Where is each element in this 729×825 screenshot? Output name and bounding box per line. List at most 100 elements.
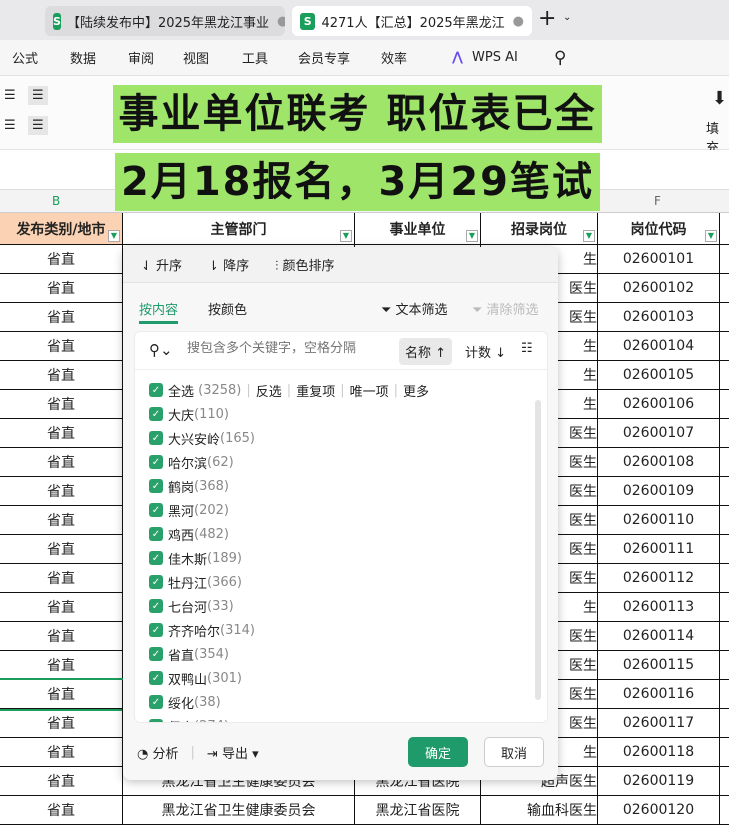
table-cell-b[interactable]: 省直 xyxy=(0,593,123,622)
invert-selection-link[interactable]: 反选 xyxy=(256,381,282,400)
checkbox-checked-icon[interactable]: ✓ xyxy=(149,575,163,589)
table-cell-f[interactable]: 02600113 xyxy=(598,593,720,622)
list-settings-icon[interactable]: ☷ xyxy=(521,341,533,356)
table-cell[interactable] xyxy=(720,274,729,303)
table-cell[interactable] xyxy=(720,796,729,825)
menu-data[interactable]: 数据 xyxy=(70,48,96,67)
table-cell-b[interactable]: 省直 xyxy=(0,361,123,390)
checkbox-checked-icon[interactable]: ✓ xyxy=(149,383,163,397)
table-cell-b[interactable]: 省直 xyxy=(0,651,123,680)
table-cell-b[interactable]: 省直 xyxy=(0,709,123,738)
table-cell-f[interactable]: 02600103 xyxy=(598,303,720,332)
table-cell-f[interactable]: 02600105 xyxy=(598,361,720,390)
filter-list-item[interactable]: ✓ 双鸭山 (301) xyxy=(149,666,527,690)
table-cell-b[interactable]: 省直 xyxy=(0,535,123,564)
filter-dropdown-icon[interactable]: ▼ xyxy=(466,230,478,242)
table-cell-b[interactable]: 省直 xyxy=(0,506,123,535)
sort-by-count-button[interactable]: 计数 ↓ xyxy=(465,342,506,361)
table-cell-f[interactable]: 02600108 xyxy=(598,448,720,477)
sort-color-button[interactable]: ⫶ 颜色排序 xyxy=(275,255,334,274)
filter-list-item[interactable]: ✓伊春(274) xyxy=(149,714,527,722)
table-cell[interactable] xyxy=(720,332,729,361)
table-cell-b[interactable]: 省直 xyxy=(0,767,123,796)
align-center-icon[interactable]: ☰ xyxy=(28,86,48,105)
table-cell-c[interactable]: 黑龙江省卫生健康委员会 xyxy=(123,796,355,825)
checkbox-checked-icon[interactable]: ✓ xyxy=(149,551,163,565)
filter-list-item[interactable]: ✓ 省直 (354) xyxy=(149,642,527,666)
menu-wps-ai[interactable]: WPS AI xyxy=(472,50,518,65)
table-cell-f[interactable]: 02600109 xyxy=(598,477,720,506)
checkbox-checked-icon[interactable]: ✓ xyxy=(149,647,163,661)
align-icon[interactable]: ☰ xyxy=(28,116,48,135)
table-cell[interactable] xyxy=(720,767,729,796)
text-filter-button[interactable]: ⏷ 文本筛选 xyxy=(381,299,448,318)
checkbox-checked-icon[interactable]: ✓ xyxy=(149,479,163,493)
table-cell-b[interactable]: 省直 xyxy=(0,419,123,448)
tab-2[interactable]: S 4271人【汇总】2025年黑龙江 ● xyxy=(292,6,532,36)
new-tab-icon[interactable]: + xyxy=(538,6,556,31)
checkbox-checked-icon[interactable]: ✓ xyxy=(149,407,163,421)
table-cell[interactable] xyxy=(720,390,729,419)
header-cell[interactable] xyxy=(720,213,729,245)
table-cell[interactable] xyxy=(720,680,729,709)
table-cell-b[interactable]: 省直 xyxy=(0,390,123,419)
table-cell[interactable] xyxy=(720,361,729,390)
tab-by-content[interactable]: 按内容 xyxy=(139,299,179,324)
table-cell-f[interactable]: 02600111 xyxy=(598,535,720,564)
table-cell[interactable] xyxy=(720,303,729,332)
table-cell-b[interactable]: 省直 xyxy=(0,622,123,651)
table-cell-f[interactable]: 02600120 xyxy=(598,796,720,825)
filter-list-item[interactable]: ✓ 齐齐哈尔 (314) xyxy=(149,618,527,642)
filter-list-item[interactable]: ✓ 鹤岗 (368) xyxy=(149,474,527,498)
table-cell-e[interactable]: 输血科医生 xyxy=(481,796,598,825)
fill-icon[interactable]: ⬇ xyxy=(712,88,727,109)
analyze-button[interactable]: ◔ 分析 xyxy=(137,743,179,762)
table-cell-f[interactable]: 02600102 xyxy=(598,274,720,303)
cancel-button[interactable]: 取消 xyxy=(484,737,544,767)
export-button[interactable]: ⇥ 导出 ▾ xyxy=(207,743,259,762)
checkbox-checked-icon[interactable]: ✓ xyxy=(149,695,163,709)
table-cell-f[interactable]: 02600107 xyxy=(598,419,720,448)
table-cell[interactable] xyxy=(720,593,729,622)
table-cell-f[interactable]: 02600110 xyxy=(598,506,720,535)
table-cell-b[interactable]: 省直 xyxy=(0,796,123,825)
filter-list-item[interactable]: ✓ 七台河 (33) xyxy=(149,594,527,618)
table-cell-f[interactable]: 02600116 xyxy=(598,680,720,709)
table-cell[interactable] xyxy=(720,564,729,593)
checkbox-checked-icon[interactable]: ✓ xyxy=(149,527,163,541)
table-cell[interactable] xyxy=(720,245,729,274)
sort-asc-button[interactable]: ⇃ 升序 xyxy=(141,255,182,274)
table-cell[interactable] xyxy=(720,651,729,680)
filter-list-item[interactable]: ✓ 绥化 (38) xyxy=(149,690,527,714)
tab-by-color[interactable]: 按颜色 xyxy=(208,299,247,318)
table-cell[interactable] xyxy=(720,535,729,564)
menu-member[interactable]: 会员专享 xyxy=(298,48,350,67)
table-cell-f[interactable]: 02600117 xyxy=(598,709,720,738)
tab-1[interactable]: S 【陆续发布中】2025年黑龙江事业 ● xyxy=(45,6,285,36)
clear-filter-button[interactable]: ⏷ 清除筛选 xyxy=(472,299,539,318)
checkbox-checked-icon[interactable]: ✓ xyxy=(149,455,163,469)
scrollbar[interactable] xyxy=(535,400,541,700)
filter-list-item[interactable]: ✓ 牡丹江 (366) xyxy=(149,570,527,594)
table-cell-b[interactable]: 省直 xyxy=(0,564,123,593)
table-cell[interactable] xyxy=(720,419,729,448)
filter-list-item[interactable]: ✓ 大兴安岭 (165) xyxy=(149,426,527,450)
checkbox-checked-icon[interactable]: ✓ xyxy=(149,623,163,637)
checkbox-checked-icon[interactable]: ✓ xyxy=(149,503,163,517)
table-cell[interactable] xyxy=(720,477,729,506)
table-cell-b[interactable]: 省直 xyxy=(0,477,123,506)
menu-efficiency[interactable]: 效率 xyxy=(381,48,407,67)
confirm-button[interactable]: 确定 xyxy=(408,737,468,767)
table-cell-f[interactable]: 02600114 xyxy=(598,622,720,651)
menu-tools[interactable]: 工具 xyxy=(242,48,268,67)
table-cell-b[interactable]: 省直 xyxy=(0,448,123,477)
table-cell-b[interactable]: 省直 xyxy=(0,738,123,767)
sort-by-name-button[interactable]: 名称 ↑ xyxy=(399,338,453,365)
menu-formula[interactable]: 公式 xyxy=(12,48,38,67)
table-cell-f[interactable]: 02600112 xyxy=(598,564,720,593)
filter-dropdown-icon[interactable]: ▼ xyxy=(583,230,595,242)
checkbox-checked-icon[interactable]: ✓ xyxy=(149,599,163,613)
search-icon[interactable]: ⚲ xyxy=(554,48,566,68)
select-all-item[interactable]: ✓ 全选 (3258) | 反选 | 重复项 | 唯一项 | 更多 xyxy=(149,378,527,402)
table-cell-b[interactable]: 省直 xyxy=(0,274,123,303)
